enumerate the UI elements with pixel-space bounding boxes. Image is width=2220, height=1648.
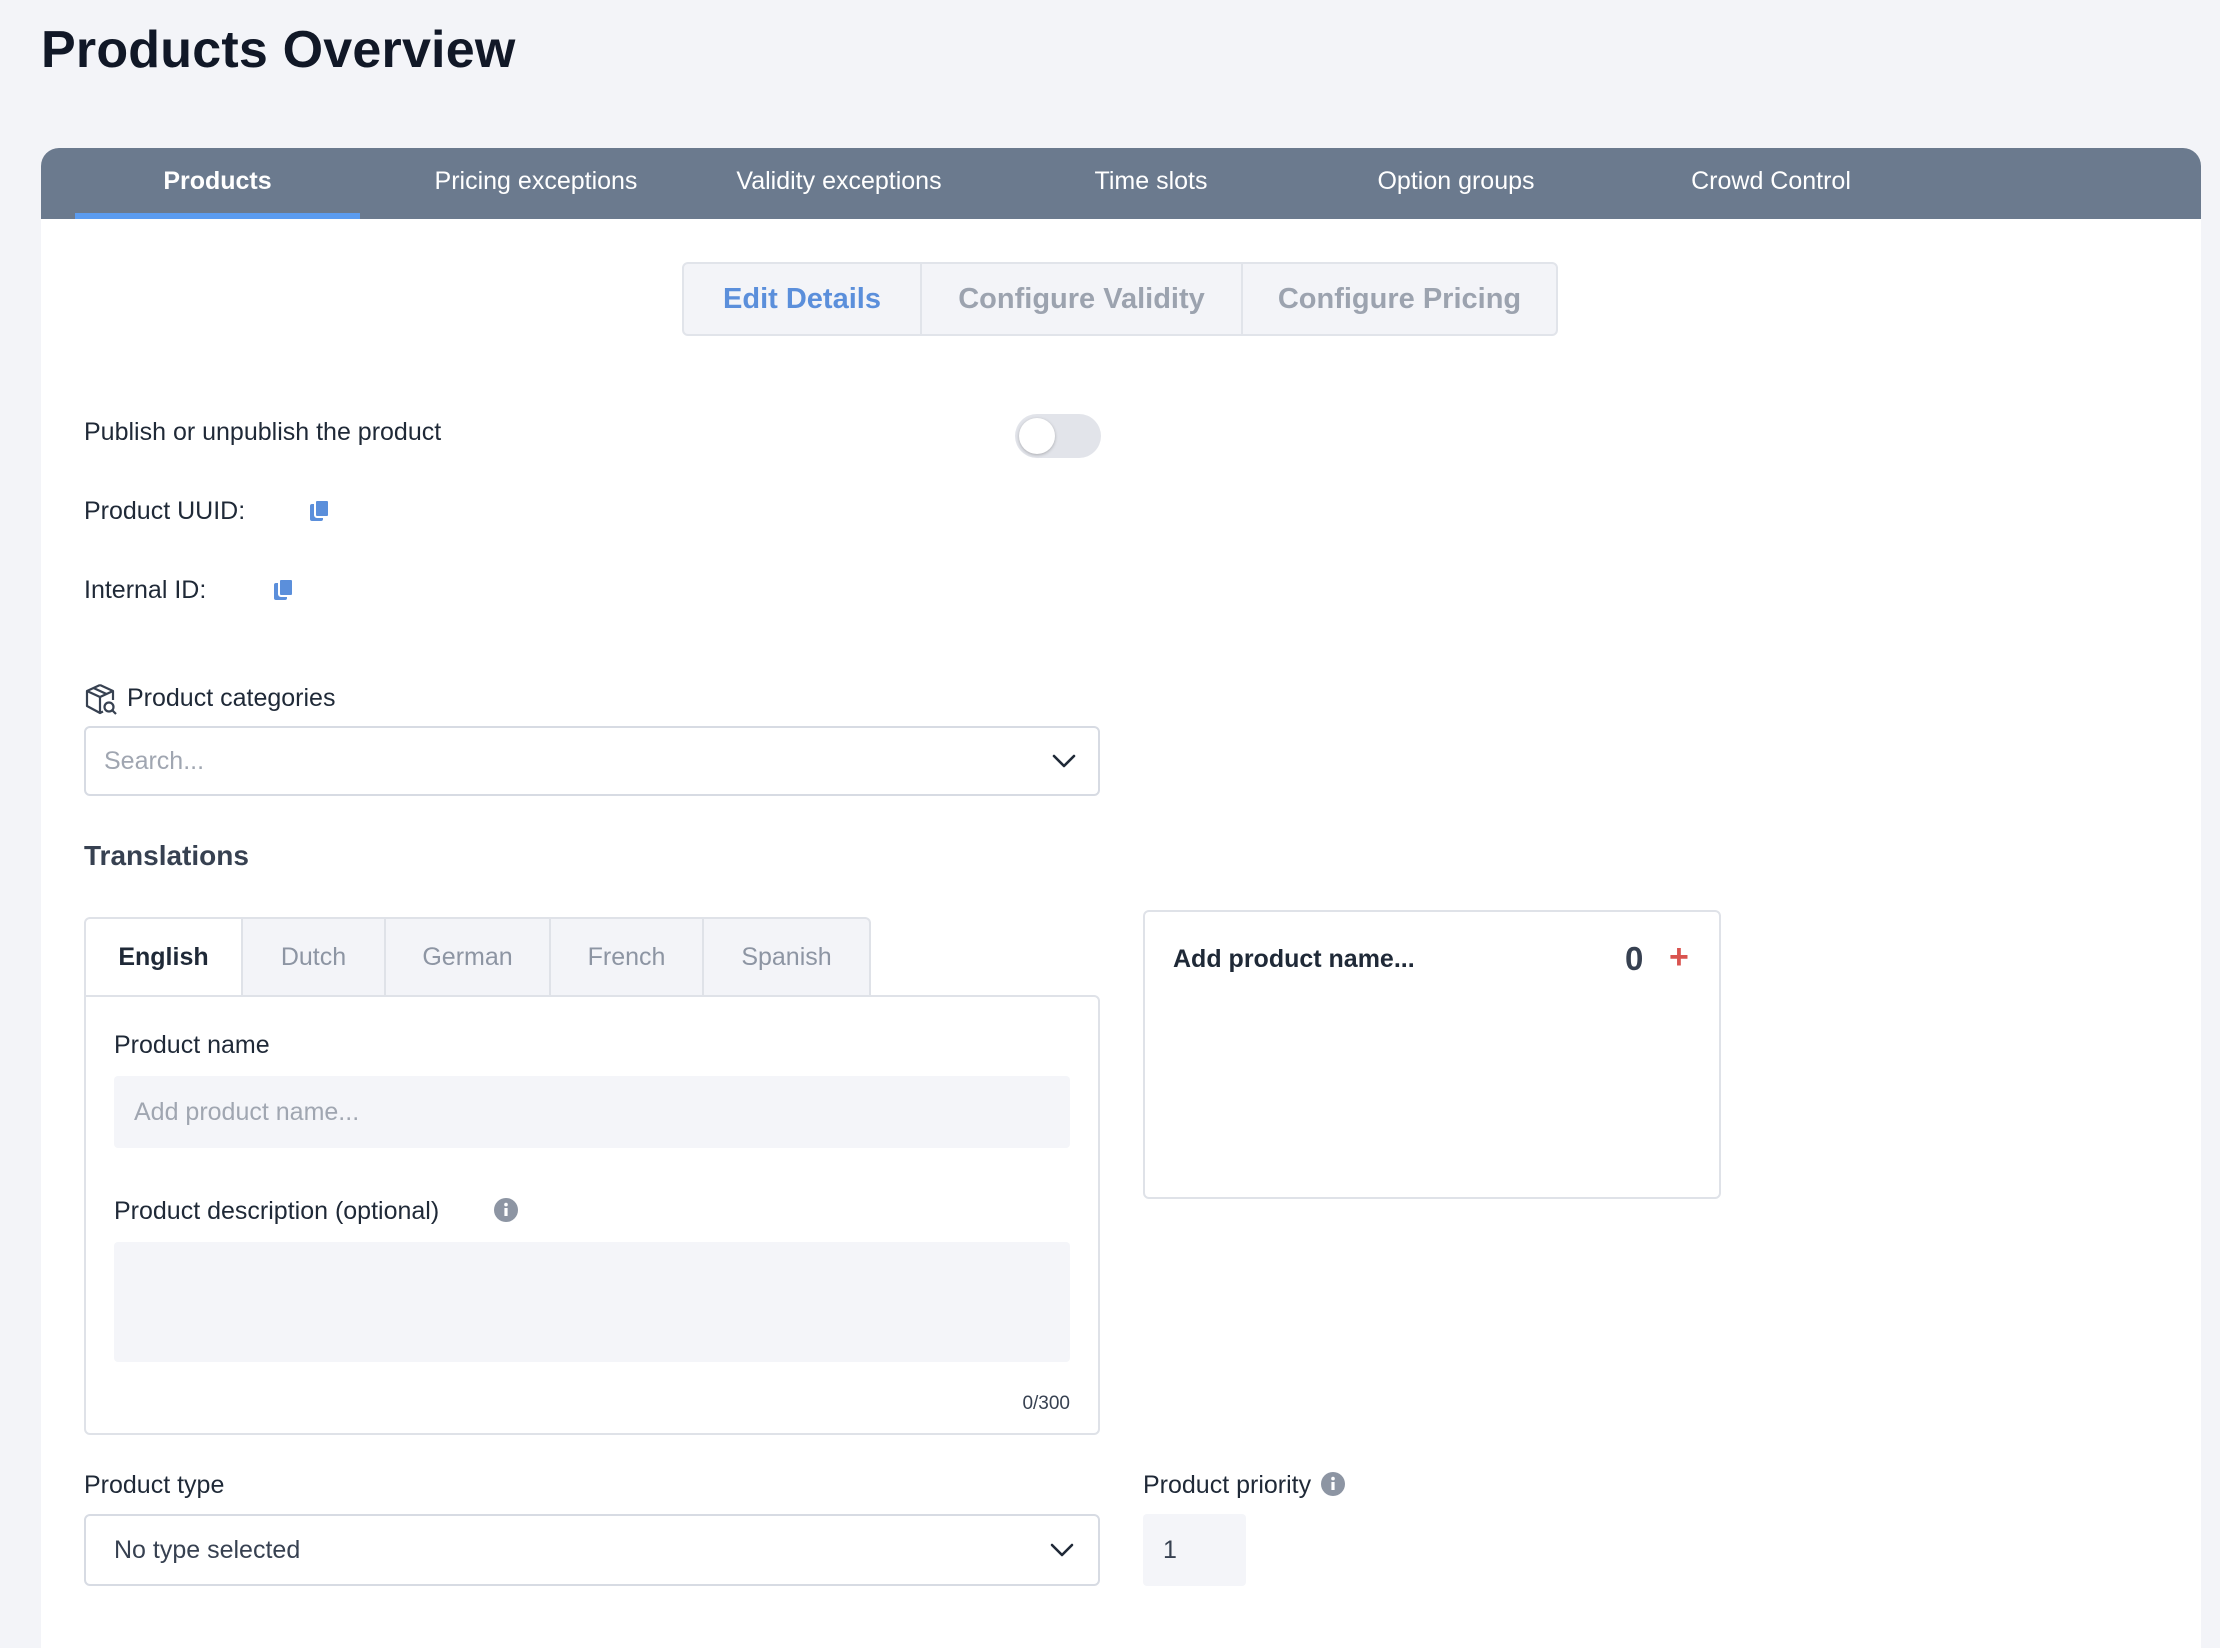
product-priority-label: Product priority	[1143, 1471, 1312, 1499]
publish-label: Publish or unpublish the product	[84, 418, 442, 446]
tab-option-groups[interactable]: Option groups	[1341, 148, 1571, 219]
product-name-input[interactable]: Add product name...	[114, 1076, 1070, 1148]
products-card: Products Pricing exceptions Validity exc…	[41, 148, 2201, 1648]
detail-step-switcher: Edit Details Configure Validity Configur…	[682, 262, 1558, 336]
tab-crowd-control[interactable]: Crowd Control	[1651, 148, 1891, 219]
page-title: Products Overview	[41, 21, 516, 79]
chevron-down-icon	[1052, 754, 1076, 768]
product-type-label: Product type	[84, 1471, 225, 1499]
publish-toggle[interactable]	[1015, 414, 1101, 458]
translation-panel: Product name Add product name... Product…	[84, 995, 1100, 1435]
translations-title: Translations	[84, 840, 249, 871]
categories-search-select[interactable]: Search...	[84, 726, 1100, 796]
lang-tab-english[interactable]: English	[84, 917, 243, 997]
configure-pricing-button[interactable]: Configure Pricing	[1243, 264, 1556, 334]
add-translation-button[interactable]: +	[1669, 938, 1689, 977]
product-name-label: Product name	[114, 1031, 270, 1059]
product-name-preview-card: Add product name... 0 +	[1143, 910, 1721, 1199]
tab-validity-exceptions[interactable]: Validity exceptions	[709, 148, 969, 219]
description-char-count: 0/300	[1022, 1393, 1070, 1414]
tab-products[interactable]: Products	[75, 148, 360, 219]
chevron-down-icon	[1050, 1543, 1074, 1557]
product-uuid-label: Product UUID:	[84, 497, 246, 525]
info-icon[interactable]	[1321, 1472, 1345, 1496]
language-tabs: English Dutch German French Spanish	[84, 917, 871, 997]
configure-validity-button[interactable]: Configure Validity	[922, 264, 1243, 334]
tab-pricing-exceptions[interactable]: Pricing exceptions	[411, 148, 661, 219]
toggle-knob	[1019, 418, 1055, 454]
edit-details-button[interactable]: Edit Details	[684, 264, 922, 334]
tab-time-slots[interactable]: Time slots	[1041, 148, 1261, 219]
info-icon[interactable]	[494, 1198, 518, 1222]
box-search-icon	[84, 682, 118, 716]
product-priority-input[interactable]: 1	[1143, 1514, 1246, 1586]
product-name-placeholder: Add product name...	[134, 1097, 360, 1126]
internal-id-label: Internal ID:	[84, 576, 207, 604]
lang-tab-spanish[interactable]: Spanish	[704, 917, 871, 997]
lang-tab-french[interactable]: French	[551, 917, 704, 997]
preview-product-name: Add product name...	[1173, 945, 1415, 973]
copy-internal-id-icon[interactable]	[273, 578, 295, 604]
product-priority-value: 1	[1163, 1535, 1177, 1564]
preview-count: 0	[1625, 940, 1644, 977]
product-type-value: No type selected	[114, 1535, 301, 1564]
lang-tab-dutch[interactable]: Dutch	[243, 917, 386, 997]
lang-tab-german[interactable]: German	[386, 917, 551, 997]
categories-search-placeholder: Search...	[104, 746, 205, 775]
product-categories-label: Product categories	[127, 684, 336, 712]
copy-uuid-icon[interactable]	[309, 499, 331, 525]
product-description-textarea[interactable]	[114, 1242, 1070, 1362]
product-description-label: Product description (optional)	[114, 1197, 440, 1225]
main-tab-bar: Products Pricing exceptions Validity exc…	[41, 148, 2201, 219]
product-type-select[interactable]: No type selected	[84, 1514, 1100, 1586]
